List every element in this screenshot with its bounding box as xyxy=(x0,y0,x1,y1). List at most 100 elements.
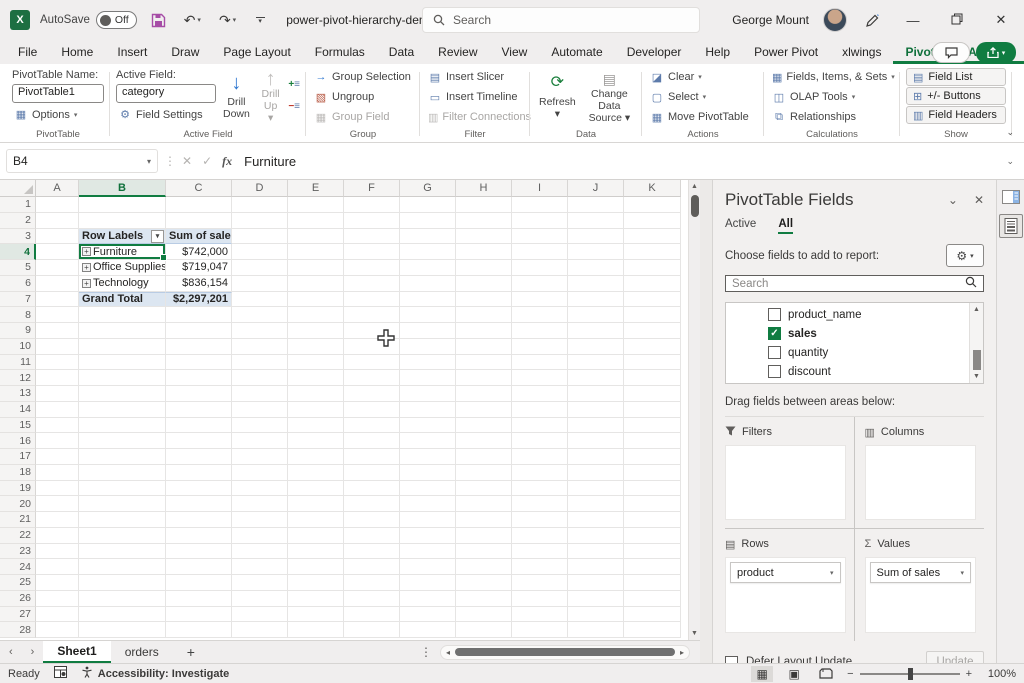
field-list-scroll-thumb[interactable] xyxy=(973,350,981,370)
cell-G11[interactable] xyxy=(400,355,456,371)
cell-C4[interactable]: $742,000 xyxy=(166,244,232,260)
cell-E21[interactable] xyxy=(288,512,344,528)
values-area[interactable]: ΣValues Sum of sales▾ xyxy=(855,529,985,641)
cell-C15[interactable] xyxy=(166,418,232,434)
cell-K8[interactable] xyxy=(624,307,681,323)
cell-A17[interactable] xyxy=(36,449,79,465)
row-header-12[interactable]: 12 xyxy=(0,370,36,386)
pane-options-chevron-icon[interactable]: ⌄ xyxy=(948,193,958,207)
cell-F14[interactable] xyxy=(344,402,400,418)
cell-I25[interactable] xyxy=(512,575,568,591)
cell-E5[interactable] xyxy=(288,260,344,276)
cell-F17[interactable] xyxy=(344,449,400,465)
cell-B22[interactable] xyxy=(79,528,166,544)
tab-draw[interactable]: Draw xyxy=(159,42,211,64)
row-header-26[interactable]: 26 xyxy=(0,591,36,607)
row-header-6[interactable]: 6 xyxy=(0,276,36,292)
expand-formula-bar-button[interactable]: ⌄ xyxy=(1006,156,1014,167)
cell-J26[interactable] xyxy=(568,591,624,607)
cell-K16[interactable] xyxy=(624,433,681,449)
cell-E23[interactable] xyxy=(288,544,344,560)
cell-G17[interactable] xyxy=(400,449,456,465)
cell-J16[interactable] xyxy=(568,433,624,449)
cell-J5[interactable] xyxy=(568,260,624,276)
tab-page-layout[interactable]: Page Layout xyxy=(211,42,302,64)
buttons-toggle[interactable]: ⊞+/- Buttons xyxy=(906,87,1006,105)
cell-G3[interactable] xyxy=(400,229,456,245)
cell-G15[interactable] xyxy=(400,418,456,434)
accessibility-status[interactable]: Accessibility: Investigate xyxy=(98,668,229,680)
macro-record-icon[interactable] xyxy=(54,666,67,681)
cell-J11[interactable] xyxy=(568,355,624,371)
cell-D15[interactable] xyxy=(232,418,288,434)
zoom-out-button[interactable]: − xyxy=(847,668,853,680)
cell-D24[interactable] xyxy=(232,559,288,575)
cell-A19[interactable] xyxy=(36,481,79,497)
cell-D8[interactable] xyxy=(232,307,288,323)
cell-G23[interactable] xyxy=(400,544,456,560)
cell-A15[interactable] xyxy=(36,418,79,434)
cell-D25[interactable] xyxy=(232,575,288,591)
select-button[interactable]: ▢Select▾ xyxy=(648,88,758,106)
cell-C17[interactable] xyxy=(166,449,232,465)
share-button[interactable]: ▾ xyxy=(976,42,1016,63)
cell-D2[interactable] xyxy=(232,213,288,229)
filters-area[interactable]: Filters xyxy=(725,417,855,529)
column-header-I[interactable]: I xyxy=(512,180,568,197)
cell-E20[interactable] xyxy=(288,496,344,512)
column-header-E[interactable]: E xyxy=(288,180,344,197)
cell-C13[interactable] xyxy=(166,386,232,402)
cell-H15[interactable] xyxy=(456,418,512,434)
cell-C5[interactable]: $719,047 xyxy=(166,260,232,276)
fields-search-input[interactable]: Search xyxy=(725,275,984,292)
cell-F9[interactable] xyxy=(344,323,400,339)
values-dropzone[interactable]: Sum of sales▾ xyxy=(865,557,977,633)
cell-K20[interactable] xyxy=(624,496,681,512)
cell-D4[interactable] xyxy=(232,244,288,260)
cell-E11[interactable] xyxy=(288,355,344,371)
cell-F5[interactable] xyxy=(344,260,400,276)
cell-J8[interactable] xyxy=(568,307,624,323)
cell-D27[interactable] xyxy=(232,607,288,623)
cell-J6[interactable] xyxy=(568,276,624,292)
zoom-in-button[interactable]: + xyxy=(966,668,972,680)
cell-I27[interactable] xyxy=(512,607,568,623)
cell-F28[interactable] xyxy=(344,622,400,638)
cell-B19[interactable] xyxy=(79,481,166,497)
cell-H14[interactable] xyxy=(456,402,512,418)
cell-C18[interactable] xyxy=(166,465,232,481)
next-sheet-button[interactable]: › xyxy=(22,646,44,658)
column-header-B[interactable]: B xyxy=(79,180,166,197)
cell-F20[interactable] xyxy=(344,496,400,512)
field-list-scrollbar[interactable]: ▲ ▼ xyxy=(969,303,983,383)
cell-D20[interactable] xyxy=(232,496,288,512)
cell-J2[interactable] xyxy=(568,213,624,229)
field-settings-button[interactable]: ⚙Field Settings xyxy=(116,105,216,124)
area-chip-sum-of-sales[interactable]: Sum of sales▾ xyxy=(870,562,972,583)
cell-G27[interactable] xyxy=(400,607,456,623)
cell-E6[interactable] xyxy=(288,276,344,292)
cell-I26[interactable] xyxy=(512,591,568,607)
pivottable-name-input[interactable]: PivotTable1 xyxy=(12,84,104,103)
row-header-10[interactable]: 10 xyxy=(0,339,36,355)
expand-field-button[interactable]: +≡ xyxy=(288,80,300,92)
cell-B15[interactable] xyxy=(79,418,166,434)
zoom-slider[interactable]: − + xyxy=(847,668,972,680)
drill-down-button[interactable]: ↓ Drill Down xyxy=(220,68,253,126)
insert-slicer-button[interactable]: ▤Insert Slicer xyxy=(426,68,524,86)
cell-K27[interactable] xyxy=(624,607,681,623)
cell-K5[interactable] xyxy=(624,260,681,276)
cell-B2[interactable] xyxy=(79,213,166,229)
scroll-down-icon[interactable]: ▼ xyxy=(691,627,698,640)
horizontal-scroll-thumb[interactable] xyxy=(455,648,675,656)
cell-I22[interactable] xyxy=(512,528,568,544)
cell-K12[interactable] xyxy=(624,370,681,386)
cell-J25[interactable] xyxy=(568,575,624,591)
row-header-11[interactable]: 11 xyxy=(0,355,36,371)
cell-A2[interactable] xyxy=(36,213,79,229)
cell-B17[interactable] xyxy=(79,449,166,465)
sheet-tab-options-icon[interactable]: ⋮ xyxy=(412,645,440,659)
cell-C2[interactable] xyxy=(166,213,232,229)
cell-K18[interactable] xyxy=(624,465,681,481)
view-normal-button[interactable]: ▦ xyxy=(751,666,773,682)
